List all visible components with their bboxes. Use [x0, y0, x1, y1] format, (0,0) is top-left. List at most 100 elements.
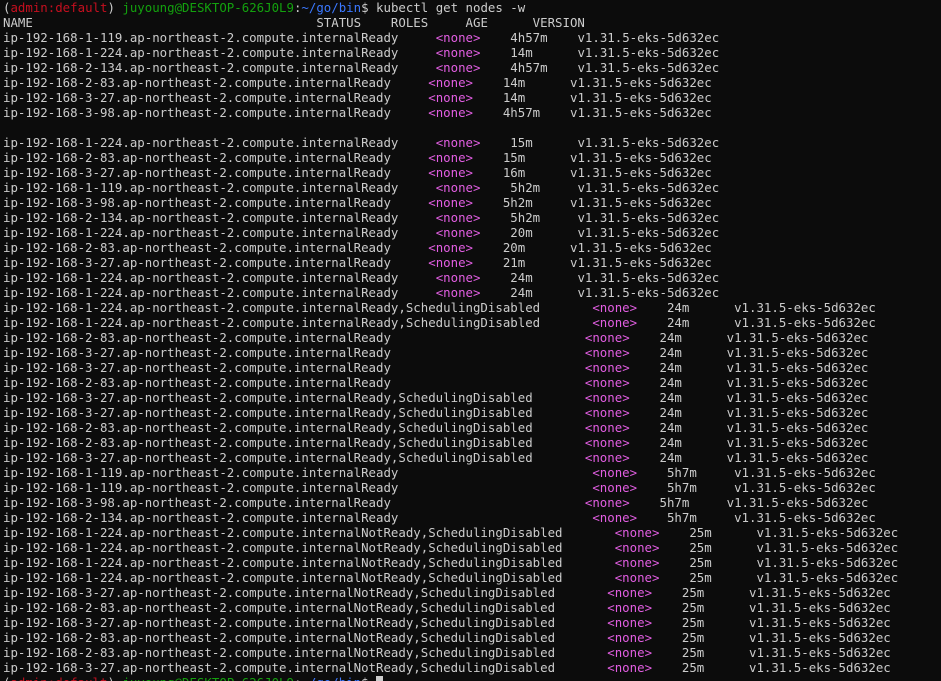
node-roles: <none> — [607, 645, 653, 660]
node-roles: <none> — [607, 615, 653, 630]
column-gap — [637, 315, 667, 330]
node-roles: <none> — [428, 195, 473, 210]
node-name: ip-192-168-1-224.ap-northeast-2.compute.… — [3, 570, 362, 585]
node-name: ip-192-168-1-224.ap-northeast-2.compute.… — [3, 285, 362, 300]
node-roles: <none> — [435, 30, 481, 45]
column-gap — [630, 360, 660, 375]
node-version: v1.31.5-eks-5d632ec — [726, 405, 869, 420]
node-status: Ready — [361, 270, 436, 285]
node-roles: <none> — [607, 600, 653, 615]
table-header: NAME STATUS ROLES AGE VERSION — [3, 15, 941, 30]
node-status: NotReady,SchedulingDisabled — [361, 525, 615, 540]
column-gap — [637, 510, 667, 525]
node-name: ip-192-168-3-98.ap-northeast-2.compute.i… — [3, 195, 354, 210]
node-version: v1.31.5-eks-5d632ec — [726, 330, 869, 345]
node-age: 4h57m — [510, 30, 578, 45]
node-name: ip-192-168-2-134.ap-northeast-2.compute.… — [3, 210, 362, 225]
node-version: v1.31.5-eks-5d632ec — [726, 360, 869, 375]
node-roles: <none> — [428, 105, 473, 120]
node-version: v1.31.5-eks-5d632ec — [577, 45, 720, 60]
node-version: v1.31.5-eks-5d632ec — [569, 240, 712, 255]
node-roles: <none> — [428, 255, 473, 270]
table-row: ip-192-168-2-83.ap-northeast-2.compute.i… — [3, 645, 941, 660]
column-gap — [630, 435, 660, 450]
prompt-env-name: admin:default — [10, 675, 107, 681]
header-name: NAME — [3, 15, 317, 30]
node-version: v1.31.5-eks-5d632ec — [577, 30, 720, 45]
table-row: ip-192-168-3-27.ap-northeast-2.compute.i… — [3, 165, 941, 180]
node-roles: <none> — [592, 315, 638, 330]
node-age: 24m — [659, 360, 727, 375]
column-gap — [637, 480, 667, 495]
table-row: ip-192-168-3-27.ap-northeast-2.compute.i… — [3, 615, 941, 630]
node-status: Ready — [353, 330, 585, 345]
node-status: Ready — [353, 150, 429, 165]
node-roles: <none> — [584, 420, 630, 435]
node-age: 24m — [659, 330, 727, 345]
node-roles: <none> — [592, 465, 638, 480]
column-gap — [659, 555, 689, 570]
node-status: Ready — [361, 210, 436, 225]
node-roles: <none> — [428, 150, 473, 165]
column-gap — [630, 450, 660, 465]
node-age: 5h2m — [510, 180, 578, 195]
table-row: ip-192-168-3-27.ap-northeast-2.compute.i… — [3, 450, 941, 465]
node-status: Ready — [353, 75, 429, 90]
column-gap — [652, 645, 682, 660]
column-gap — [630, 390, 660, 405]
node-name: ip-192-168-2-134.ap-northeast-2.compute.… — [3, 60, 362, 75]
table-row: ip-192-168-1-119.ap-northeast-2.compute.… — [3, 30, 941, 45]
node-version: v1.31.5-eks-5d632ec — [749, 585, 891, 600]
node-age: 14m — [502, 75, 570, 90]
table-row: ip-192-168-3-27.ap-northeast-2.compute.i… — [3, 405, 941, 420]
node-status: Ready,SchedulingDisabled — [353, 420, 585, 435]
node-roles: <none> — [428, 165, 473, 180]
node-age: 21m — [502, 255, 570, 270]
node-version: v1.31.5-eks-5d632ec — [726, 495, 869, 510]
node-roles: <none> — [584, 360, 630, 375]
table-row: ip-192-168-3-27.ap-northeast-2.compute.i… — [3, 255, 941, 270]
node-name: ip-192-168-3-27.ap-northeast-2.compute.i… — [3, 390, 354, 405]
node-version: v1.31.5-eks-5d632ec — [577, 135, 720, 150]
node-roles: <none> — [435, 210, 481, 225]
node-age: 20m — [510, 225, 578, 240]
table-row: ip-192-168-2-83.ap-northeast-2.compute.i… — [3, 375, 941, 390]
node-age: 25m — [681, 630, 750, 645]
node-version: v1.31.5-eks-5d632ec — [756, 525, 899, 540]
prompt-env-name: admin:default — [10, 0, 108, 15]
node-status: Ready,SchedulingDisabled — [353, 405, 585, 420]
node-name: ip-192-168-3-27.ap-northeast-2.compute.i… — [3, 90, 354, 105]
node-version: v1.31.5-eks-5d632ec — [577, 60, 720, 75]
node-status: Ready,SchedulingDisabled — [361, 300, 593, 315]
node-version: v1.31.5-eks-5d632ec — [569, 195, 712, 210]
node-status: Ready — [353, 165, 429, 180]
node-version: v1.31.5-eks-5d632ec — [749, 660, 891, 675]
node-version: v1.31.5-eks-5d632ec — [734, 300, 876, 315]
node-status: Ready,SchedulingDisabled — [353, 435, 585, 450]
node-status: Ready,SchedulingDisabled — [353, 390, 585, 405]
column-gap — [630, 495, 660, 510]
node-name: ip-192-168-3-27.ap-northeast-2.compute.i… — [3, 360, 354, 375]
node-status: Ready — [353, 90, 429, 105]
terminal-window[interactable]: (admin:default) juyoung@DESKTOP-626J0L9:… — [0, 0, 941, 681]
node-age: 25m — [681, 615, 750, 630]
node-name: ip-192-168-1-224.ap-northeast-2.compute.… — [3, 135, 362, 150]
table-row: ip-192-168-2-83.ap-northeast-2.compute.i… — [3, 420, 941, 435]
node-roles: <none> — [607, 630, 653, 645]
table-row: ip-192-168-3-27.ap-northeast-2.compute.i… — [3, 360, 941, 375]
node-version: v1.31.5-eks-5d632ec — [569, 150, 712, 165]
node-name: ip-192-168-2-83.ap-northeast-2.compute.i… — [3, 600, 354, 615]
header-version: VERSION — [532, 15, 585, 30]
node-roles: <none> — [584, 495, 630, 510]
node-name: ip-192-168-3-27.ap-northeast-2.compute.i… — [3, 165, 354, 180]
node-version: v1.31.5-eks-5d632ec — [726, 450, 869, 465]
column-gap — [480, 180, 510, 195]
node-name: ip-192-168-3-98.ap-northeast-2.compute.i… — [3, 105, 354, 120]
node-status: Ready — [353, 255, 429, 270]
node-roles: <none> — [607, 585, 653, 600]
node-age: 24m — [659, 345, 727, 360]
text-cursor[interactable] — [376, 676, 384, 681]
column-gap — [637, 465, 667, 480]
prompt-path: ~/go/bin — [301, 675, 361, 681]
node-age: 14m — [510, 45, 578, 60]
